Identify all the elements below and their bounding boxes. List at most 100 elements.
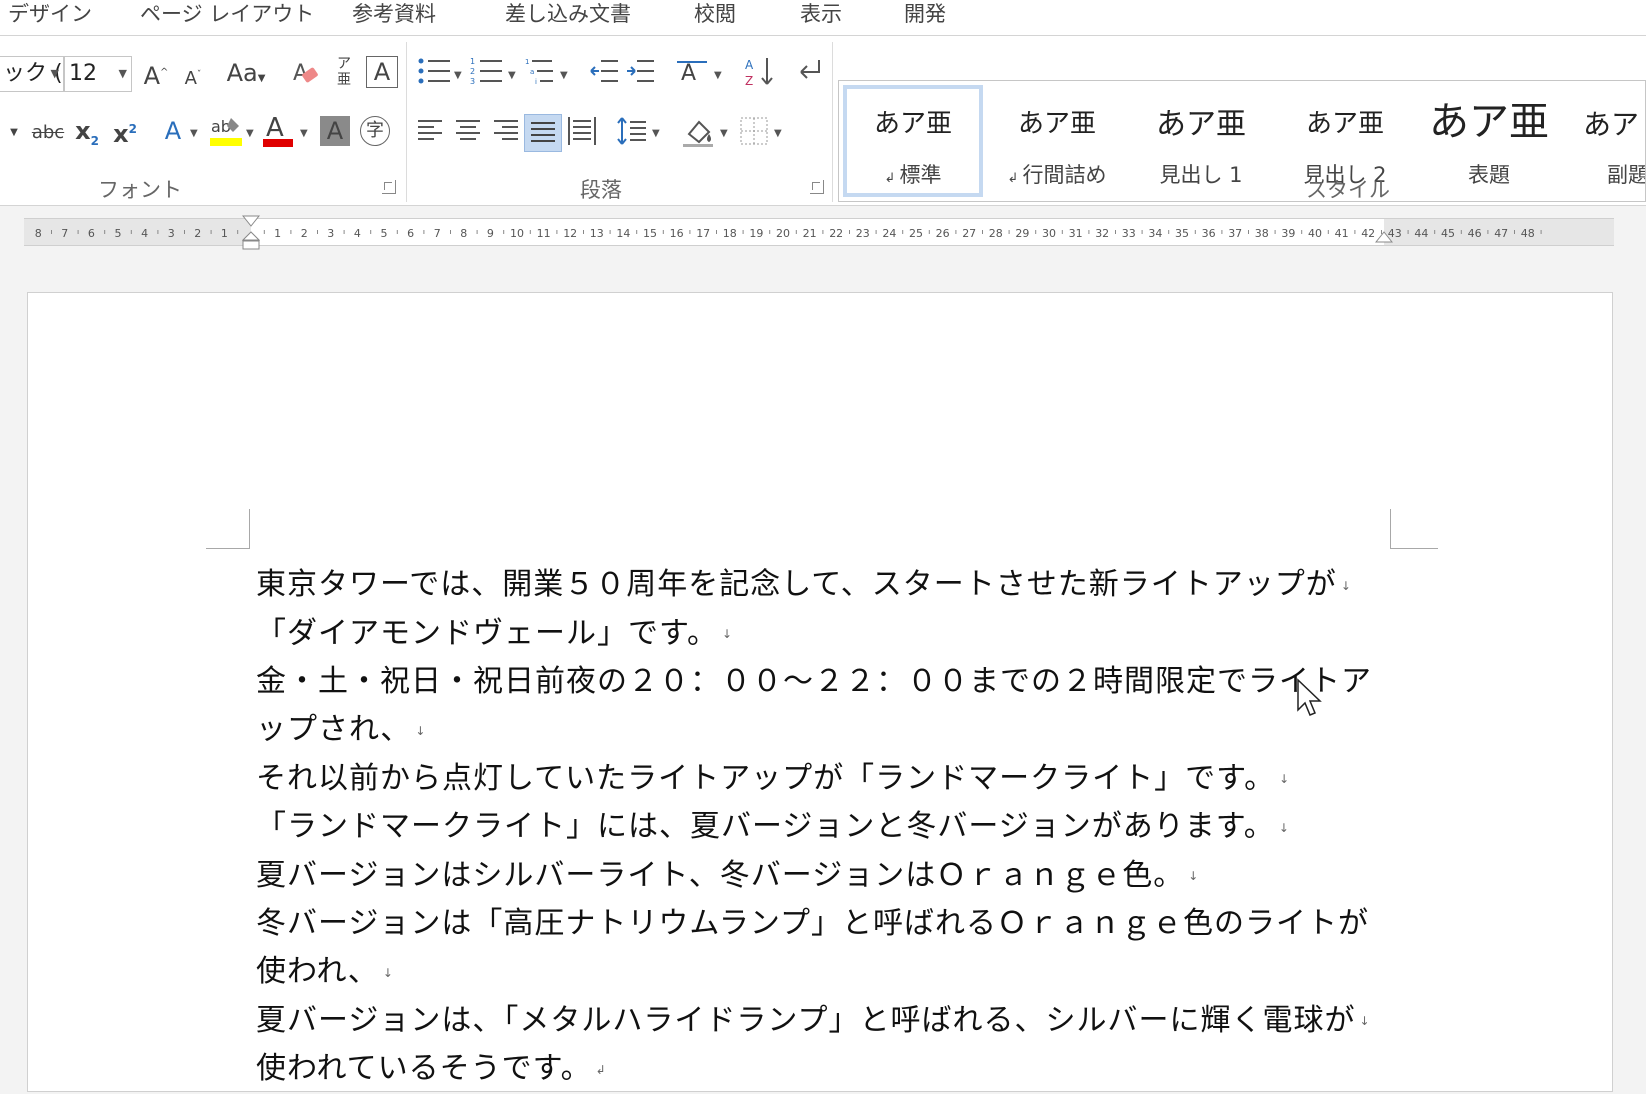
ruler-number: 12 [563,227,577,240]
ruler-number: 9 [487,227,494,240]
svg-text:3: 3 [470,77,475,86]
text-direction-icon[interactable]: A [674,56,710,93]
paragraph[interactable]: 使われているそうです。 ↲ [256,1045,1416,1094]
paragraph[interactable]: 使われ、 ↓ [256,948,1416,997]
tab-developer[interactable]: 開発 [904,0,946,28]
chevron-down-icon[interactable]: ▼ [652,128,660,139]
style-name: ↲ 行間詰め [1007,163,1107,187]
tab-review[interactable]: 校閲 [694,0,736,28]
enclose-characters-icon[interactable]: 字 [360,116,390,146]
subscript-icon[interactable]: x2 [72,116,102,156]
style-subtitle[interactable]: あア 副題 [1563,85,1645,197]
bullets-icon[interactable] [416,56,452,93]
ruler-number: 46 [1468,227,1482,240]
superscript-icon[interactable]: x2 [110,114,140,149]
chevron-down-icon[interactable]: ▼ [774,128,782,139]
shading-icon[interactable] [680,116,716,155]
style-sample: あア亜 [1429,99,1549,145]
ruler-number: 38 [1255,227,1269,240]
paragraph[interactable]: 夏バージョンは、「メタルハライドランプ」と呼ばれる、シルバーに輝く電球が ↓ [256,997,1416,1046]
sort-icon[interactable]: AZ [744,56,776,95]
font-size-combo[interactable]: 12 ▼ [64,56,132,92]
document-body[interactable]: 東京タワーでは、開業５０周年を記念して、スタートさせた新ライトアップが ↓ 「ダイ… [256,561,1416,1094]
paragraph[interactable]: 「ランドマークライト」には、夏バージョンと冬バージョンがあります。 ↓ [256,803,1416,852]
svg-text:A: A [745,58,754,72]
tab-view[interactable]: 表示 [800,0,842,28]
paragraph[interactable]: 夏バージョンはシルバーライト、冬バージョンはＯｒａｎｇｅ色。 ↓ [256,852,1416,901]
numbering-icon[interactable]: 123 [470,56,504,93]
shrink-font-icon[interactable]: Aˇ [180,60,206,94]
ruler-number: 31 [1069,227,1083,240]
align-right-icon[interactable] [492,118,520,151]
ruler-number: 15 [643,227,657,240]
clear-formatting-icon[interactable]: A [290,56,322,95]
line-break-mark: ↓ [1340,578,1352,593]
show-paragraph-marks-icon[interactable] [792,56,824,93]
left-indent-marker[interactable] [242,231,260,251]
paragraph[interactable]: それ以前から点灯していたライトアップが「ランドマークライト」です。 ↓ [256,755,1416,804]
chevron-down-icon[interactable]: ▼ [454,70,462,81]
chevron-down-icon[interactable]: ▼ [508,70,516,81]
ruler-number: 45 [1441,227,1455,240]
font-color-icon[interactable]: A [262,112,294,155]
svg-text:A: A [681,61,696,86]
tab-references[interactable]: 参考資料 [352,0,436,28]
style-title[interactable]: あア亜 表題 [1419,85,1559,197]
borders-icon[interactable] [738,116,770,153]
font-name-combo[interactable]: ック ( ▼ [0,56,64,92]
ruler-number: 16 [670,227,684,240]
font-dialog-launcher-icon[interactable] [382,180,396,194]
grow-font-icon[interactable]: A^ [142,58,170,91]
highlight-color-icon[interactable]: ab [208,112,244,155]
paragraph-mark: ↲ [595,1062,607,1077]
style-normal[interactable]: あア亜 ↲ 標準 [843,85,983,197]
style-sample: あア亜 [1305,109,1384,139]
line-spacing-icon[interactable] [614,116,650,153]
paragraph-dialog-launcher-icon[interactable] [810,180,824,194]
tab-design[interactable]: デザイン [8,0,92,28]
paragraph[interactable]: 冬バージョンは「高圧ナトリウムランプ」と呼ばれるＯｒａｎｇｅ色のライトが [256,900,1416,948]
character-border-icon[interactable]: A [366,56,398,88]
paragraph[interactable]: ップされ、 ↓ [256,706,1416,755]
increase-indent-icon[interactable] [624,58,656,91]
chevron-down-icon[interactable]: ▼ [300,128,308,139]
chevron-down-icon[interactable]: ▼ [720,128,728,139]
ruler-number: 27 [962,227,976,240]
phonetic-guide-icon[interactable]: ア亜 [332,56,356,88]
align-left-icon[interactable] [416,118,444,151]
character-shading-icon[interactable]: A [320,116,350,146]
paragraph[interactable]: 金・土・祝日・祝日前夜の２０：００～２２：００までの２時間限定でライトア [256,658,1416,706]
multilevel-list-icon[interactable]: 1ai [524,56,556,93]
line-break-mark: ↓ [722,627,734,641]
justify-icon[interactable] [524,114,562,152]
document-page[interactable]: 東京タワーでは、開業５０周年を記念して、スタートさせた新ライトアップが ↓ 「ダイ… [27,292,1613,1092]
chevron-down-icon[interactable]: ▼ [714,70,722,81]
chevron-down-icon: ▼ [50,67,59,80]
tab-page-layout[interactable]: ページ レイアウト [140,0,314,28]
ruler-number: 36 [1202,227,1216,240]
chevron-down-icon[interactable]: ▼ [560,70,568,81]
chevron-down-icon[interactable]: ▼ [190,128,198,139]
svg-text:i: i [535,78,537,86]
line-break-mark: ↓ [1188,869,1200,883]
style-heading-1[interactable]: あア亜 見出し 1 [1131,85,1271,197]
change-case-button[interactable]: Aa▼ [224,58,268,94]
strikethrough-icon[interactable]: abc [30,118,66,148]
ruler-number: 37 [1228,227,1242,240]
text-effects-icon[interactable]: A [158,116,188,146]
style-no-spacing[interactable]: あア亜 ↲ 行間詰め [987,85,1127,197]
underline-dropdown-icon[interactable]: ▼ [4,118,24,148]
ruler-number: 23 [856,227,870,240]
style-sample: あア亜 [1156,107,1246,142]
crop-mark-top-right [1390,509,1438,549]
tab-mailings[interactable]: 差し込み文書 [505,0,631,28]
paragraph[interactable]: 「ダイアモンドヴェール」です。 ↓ [256,610,1416,659]
first-line-indent-marker[interactable] [242,215,260,227]
distributed-icon[interactable] [566,116,598,153]
decrease-indent-icon[interactable] [588,58,620,91]
horizontal-ruler[interactable]: 8 7 6 5 4 3 2 1 1 2 3 4 5 6 7 8 9 10 11 12 13 14 15 16 17 18 19 20 2… [24,215,1614,250]
paragraph[interactable]: 東京タワーでは、開業５０周年を記念して、スタートさせた新ライトアップが ↓ [256,561,1416,610]
right-indent-marker[interactable] [1375,231,1393,243]
chevron-down-icon[interactable]: ▼ [246,128,254,139]
align-center-icon[interactable] [454,118,482,151]
